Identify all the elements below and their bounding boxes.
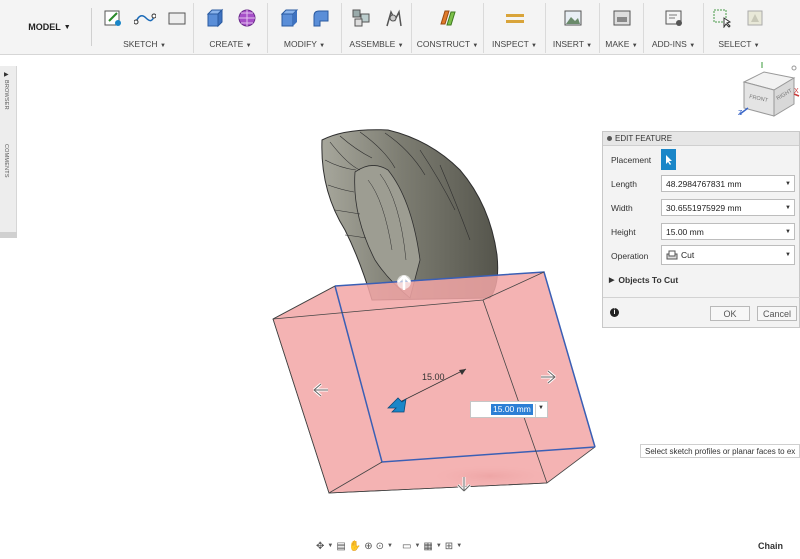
- cancel-label: Cancel: [762, 308, 791, 319]
- zoom-icon[interactable]: ⊕: [364, 541, 372, 552]
- ok-label: OK: [723, 308, 737, 319]
- pan-icon[interactable]: ✋: [349, 541, 361, 552]
- cursor-arrow-icon: [665, 154, 672, 165]
- length-value[interactable]: 48.2984767831 mm: [666, 179, 742, 189]
- zoom-window-icon[interactable]: ⊙: [376, 541, 384, 552]
- dialog-title: EDIT FEATURE: [615, 134, 673, 143]
- dialog-pin-icon[interactable]: [607, 136, 612, 141]
- dialog-header[interactable]: EDIT FEATURE: [603, 132, 799, 146]
- look-at-icon[interactable]: ▤: [336, 541, 345, 552]
- chevron-down-icon[interactable]: ▼: [538, 405, 544, 411]
- chevron-down-icon[interactable]: ▼: [785, 252, 791, 258]
- operation-value: Cut: [681, 250, 695, 260]
- height-label: Height: [611, 227, 636, 237]
- length-label: Length: [611, 179, 637, 189]
- extrude-preview-box[interactable]: [272, 271, 596, 494]
- operation-label: Operation: [611, 251, 649, 261]
- dimension-input-value[interactable]: 15.00 mm: [491, 404, 533, 415]
- navigation-bar: ✥ ▼ ▤ ✋ ⊕ ⊙ ▼ ▭ ▼ ▦ ▼ ⊞ ▼: [312, 537, 490, 555]
- operation-select[interactable]: Cut ▼: [661, 245, 795, 265]
- chevron-down-icon[interactable]: ▼: [436, 543, 442, 549]
- placement-label: Placement: [611, 155, 652, 165]
- width-input[interactable]: 30.6551975929 mm ▼: [661, 199, 795, 216]
- chevron-down-icon[interactable]: ▼: [387, 543, 393, 549]
- width-value[interactable]: 30.6551975929 mm: [666, 203, 742, 213]
- display-settings-icon[interactable]: ▭: [402, 541, 411, 552]
- placement-select-button[interactable]: [661, 149, 676, 170]
- chevron-down-icon[interactable]: ▼: [414, 543, 420, 549]
- height-value[interactable]: 15.00 mm: [666, 227, 704, 237]
- chevron-down-icon[interactable]: ▼: [456, 543, 462, 549]
- divider: [603, 297, 800, 298]
- expand-triangle-icon[interactable]: ▶: [609, 276, 614, 284]
- length-input[interactable]: 48.2984767831 mm ▼: [661, 175, 795, 192]
- objects-to-cut-label: Objects To Cut: [618, 275, 679, 285]
- chevron-down-icon[interactable]: ▼: [785, 205, 791, 211]
- chevron-down-icon[interactable]: ▼: [785, 181, 791, 187]
- tooltip-text: Select sketch profiles or planar faces t…: [645, 446, 796, 456]
- tooltip-prompt: Select sketch profiles or planar faces t…: [640, 444, 800, 458]
- viewcube-z-axis-label: Z: [738, 110, 743, 117]
- viewcube[interactable]: FRONT RIGHT Z X: [736, 60, 800, 122]
- info-icon[interactable]: i: [610, 308, 619, 317]
- viewports-icon[interactable]: ⊞: [445, 541, 453, 552]
- cancel-button[interactable]: Cancel: [757, 306, 797, 321]
- chain-status: Chain: [758, 541, 784, 551]
- horn-body[interactable]: [321, 129, 499, 301]
- objects-to-cut-section[interactable]: ▶ Objects To Cut: [609, 270, 678, 290]
- cut-operation-icon: [666, 250, 678, 260]
- ok-button[interactable]: OK: [710, 306, 750, 321]
- divider: [535, 404, 536, 417]
- chevron-down-icon[interactable]: ▼: [785, 229, 791, 235]
- grid-settings-icon[interactable]: ▦: [423, 541, 432, 552]
- dimension-input[interactable]: 15.00 mm ▼: [470, 401, 548, 418]
- chevron-down-icon[interactable]: ▼: [327, 543, 333, 549]
- dimension-label: 15.00: [422, 372, 445, 382]
- orbit-icon[interactable]: ✥: [316, 541, 324, 552]
- width-label: Width: [611, 203, 633, 213]
- height-input[interactable]: 15.00 mm ▼: [661, 223, 795, 240]
- viewcube-x-axis-label: X: [794, 88, 799, 95]
